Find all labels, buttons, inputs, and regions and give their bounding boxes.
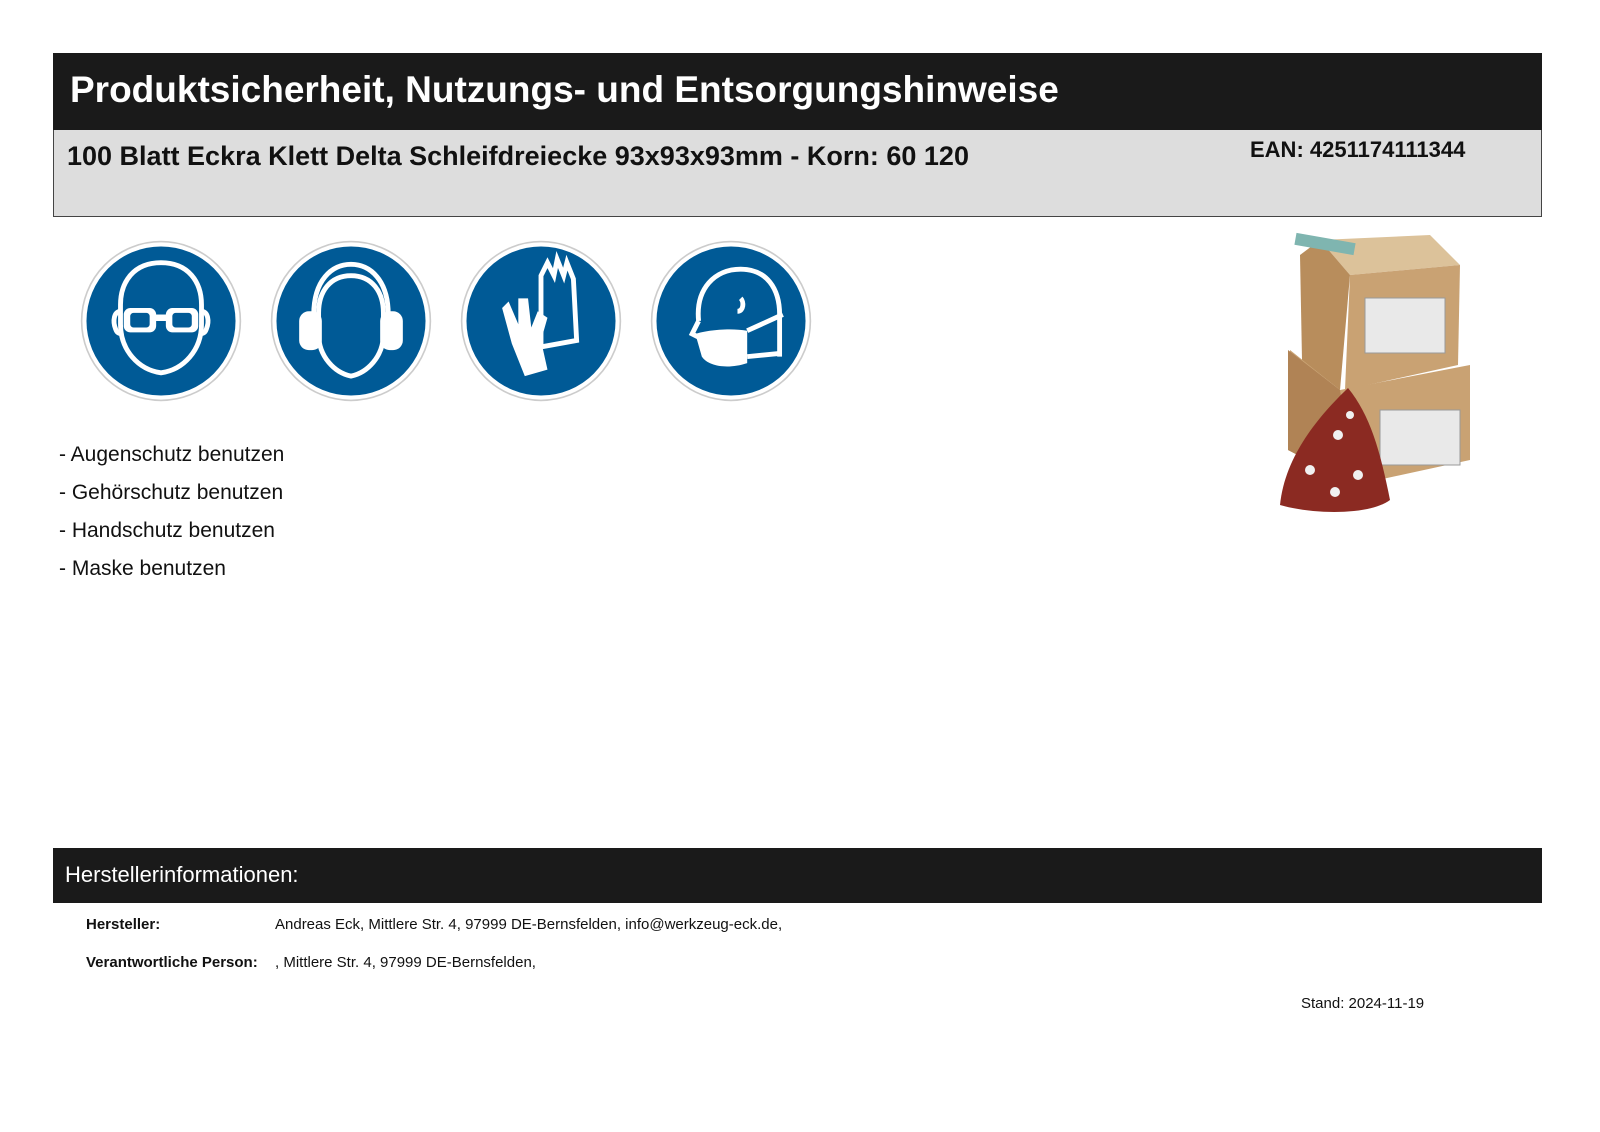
stand-date: Stand: 2024-11-19 bbox=[1301, 995, 1425, 1012]
manufacturer-bar: Herstellerinformationen: bbox=[53, 848, 1542, 903]
header-bar: Produktsicherheit, Nutzungs- und Entsorg… bbox=[53, 53, 1542, 130]
hint-item: - Handschutz benutzen bbox=[59, 519, 275, 542]
product-name: 100 Blatt Eckra Klett Delta Schleifdreie… bbox=[67, 141, 969, 171]
hand-protection-icon bbox=[460, 240, 622, 402]
page-title: Produktsicherheit, Nutzungs- und Entsorg… bbox=[70, 69, 1059, 110]
mask-icon bbox=[650, 240, 812, 402]
manufacturer-section-title: Herstellerinformationen: bbox=[65, 862, 299, 887]
maker-value: Andreas Eck, Mittlere Str. 4, 97999 DE-B… bbox=[275, 916, 783, 933]
maker-label: Hersteller: bbox=[86, 916, 161, 933]
hearing-protection-icon bbox=[270, 240, 432, 402]
responsible-person-label: Verantwortliche Person: bbox=[86, 954, 258, 971]
hint-item: - Maske benutzen bbox=[59, 557, 226, 580]
hint-item: - Augenschutz benutzen bbox=[59, 443, 285, 466]
hint-item: - Gehörschutz benutzen bbox=[59, 481, 284, 504]
hint-list: - Augenschutz benutzen - Gehörschutz ben… bbox=[59, 436, 284, 588]
responsible-person-value: , Mittlere Str. 4, 97999 DE-Bernsfelden, bbox=[275, 954, 536, 971]
product-image bbox=[1280, 230, 1505, 525]
eye-protection-icon bbox=[80, 240, 242, 402]
product-ean: EAN: 4251174111344 bbox=[1250, 137, 1466, 162]
product-bar: 100 Blatt Eckra Klett Delta Schleifdreie… bbox=[53, 130, 1542, 217]
